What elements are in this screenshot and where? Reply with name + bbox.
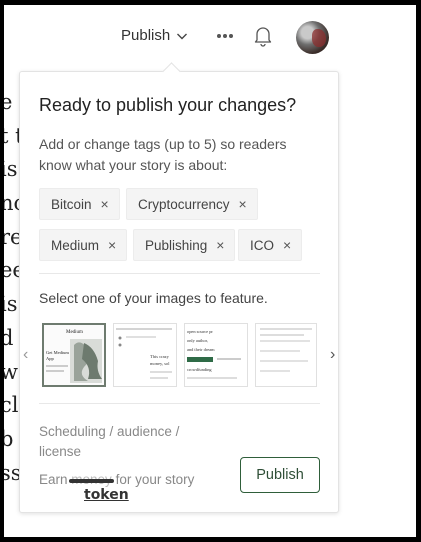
chevron-down-icon [177, 33, 188, 39]
thumbnail-text: App [46, 356, 54, 361]
tag-chip: Publishing × [133, 229, 236, 261]
remove-tag-icon[interactable]: × [101, 196, 109, 212]
tag-chip: ICO × [238, 229, 303, 261]
tags-description: Add or change tags (up to 5) so readers … [39, 136, 287, 173]
tag-label: Medium [51, 237, 100, 253]
remove-tag-icon[interactable]: × [239, 196, 247, 212]
publish-menu-button[interactable]: Publish [121, 27, 188, 44]
earn-correction-annotation: token [84, 487, 129, 503]
feature-image-thumbnail[interactable]: open source pr only author, and their dr… [184, 323, 248, 387]
thumbnail-text: money, sol [150, 361, 170, 367]
avatar[interactable] [296, 21, 329, 54]
divider [39, 403, 320, 404]
remove-tag-icon[interactable]: × [108, 237, 116, 253]
thumbnail-text: Get Medium [46, 350, 69, 355]
tag-label: Publishing [145, 237, 208, 253]
thumbnails-prev-arrow[interactable]: ‹ [23, 346, 28, 364]
feature-image-thumbnail[interactable] [255, 323, 317, 387]
remove-tag-icon[interactable]: × [216, 237, 224, 253]
feature-image-thumbnail[interactable]: Medium Get Medium App [42, 323, 106, 387]
tag-chip: Medium × [39, 229, 128, 261]
thumbnail-image: open source pr only author, and their dr… [187, 329, 241, 379]
publish-popover: Ready to publish your changes? Add or ch… [19, 62, 339, 513]
bell-icon[interactable] [253, 25, 273, 47]
thumbnail-text: and their dream [187, 347, 215, 352]
thumbnail-text: open source pr [187, 329, 213, 334]
thumbnail-text: only author, [187, 338, 208, 344]
tag-chip: Bitcoin × [39, 188, 120, 220]
tag-label: Cryptocurrency [138, 196, 230, 212]
thumbnail-text: This crazy [150, 354, 170, 359]
thumbnail-text: crowdfunding [187, 367, 212, 372]
feature-image-thumbnail[interactable]: This crazy money, sol [113, 323, 177, 387]
earn-money-link[interactable]: Earn money for your story [39, 472, 194, 487]
publish-menu-label: Publish [121, 27, 171, 44]
tag-label: Bitcoin [51, 196, 92, 212]
more-options-icon[interactable] [214, 26, 236, 46]
thumbnails-next-arrow[interactable]: › [330, 346, 335, 364]
feature-image-label: Select one of your images to feature. [39, 290, 268, 306]
earn-prefix: Earn [39, 472, 72, 487]
divider [39, 273, 320, 274]
remove-tag-icon[interactable]: × [283, 237, 291, 253]
top-bar: Publish [0, 0, 421, 70]
tag-label: ICO [250, 237, 275, 253]
earn-struck-word: money [71, 472, 112, 487]
earn-suffix: for your story [111, 472, 195, 487]
thumbnail-image [260, 328, 312, 372]
thumbnail-image: Medium Get Medium App [44, 325, 104, 385]
publish-button[interactable]: Publish [240, 457, 320, 493]
thumbnail-text: Medium [66, 330, 83, 335]
scheduling-audience-license-link[interactable]: Scheduling / audience / license [39, 422, 199, 462]
thumbnail-image: This crazy money, sol [116, 328, 172, 379]
popover-title: Ready to publish your changes? [39, 95, 297, 115]
tag-chip: Cryptocurrency × [126, 188, 258, 220]
